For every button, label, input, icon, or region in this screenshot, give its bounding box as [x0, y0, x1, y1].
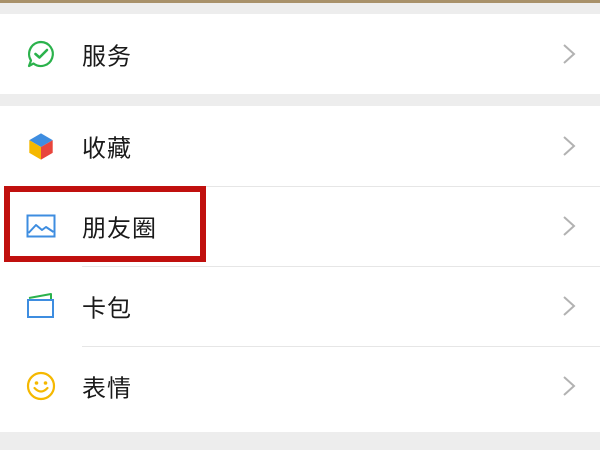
- menu-group-services: 服务: [0, 14, 600, 94]
- chevron-right-icon: [563, 216, 576, 236]
- chevron-right-icon: [563, 376, 576, 396]
- card-wallet-icon: [25, 290, 57, 322]
- menu-item-label: 表情: [82, 374, 132, 403]
- chevron-right-icon: [563, 44, 576, 64]
- menu-item-moments[interactable]: 朋友圈: [0, 186, 600, 266]
- services-icon: [25, 38, 57, 70]
- menu-item-services[interactable]: 服务: [0, 14, 600, 94]
- menu-item-card-wallet[interactable]: 卡包: [0, 266, 600, 346]
- moments-icon: [25, 210, 57, 242]
- stickers-icon: [25, 370, 57, 402]
- wechat-me-menu: 服务 收藏 朋友圈 卡包 表情: [0, 0, 600, 450]
- menu-item-label: 收藏: [82, 134, 132, 163]
- menu-group-main: 收藏 朋友圈 卡包 表情: [0, 106, 600, 432]
- menu-item-label: 朋友圈: [82, 214, 157, 243]
- menu-item-label: 服务: [82, 42, 132, 71]
- chevron-right-icon: [563, 296, 576, 316]
- menu-item-stickers[interactable]: 表情: [0, 346, 600, 426]
- favorites-icon: [25, 130, 57, 162]
- chevron-right-icon: [563, 136, 576, 156]
- menu-item-favorites[interactable]: 收藏: [0, 106, 600, 186]
- top-divider-bar: [0, 0, 600, 3]
- menu-item-label: 卡包: [82, 294, 132, 323]
